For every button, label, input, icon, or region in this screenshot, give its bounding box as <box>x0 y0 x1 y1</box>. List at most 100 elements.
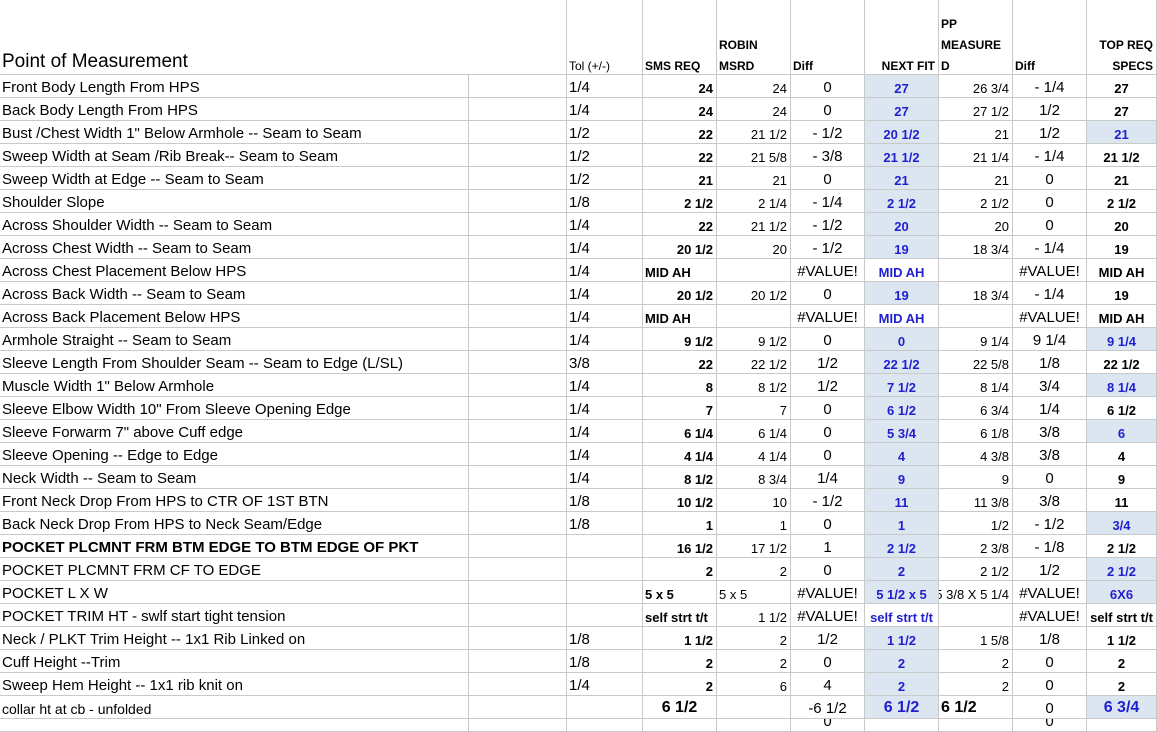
sms-req-cell[interactable]: 8 1/2 <box>643 466 717 489</box>
next-fit-cell[interactable]: MID AH <box>865 305 939 328</box>
tol-cell[interactable]: 1/4 <box>567 282 643 305</box>
spacer-cell[interactable] <box>469 190 567 213</box>
robin-msrd-cell[interactable]: 4 1/4 <box>717 443 791 466</box>
next-fit-cell[interactable]: 6 1/2 <box>865 397 939 420</box>
diff-cell[interactable]: 0 <box>791 98 865 121</box>
robin-msrd-cell[interactable]: 5 x 5 <box>717 581 791 604</box>
diff-2-cell[interactable]: 0 <box>1013 696 1087 719</box>
diff-cell[interactable]: -6 1/2 <box>791 696 865 719</box>
spacer-cell[interactable] <box>469 374 567 397</box>
top-req-cell[interactable]: MID AH <box>1087 259 1157 282</box>
tol-cell[interactable] <box>567 581 643 604</box>
pp-measured-cell[interactable]: 1/2 <box>939 512 1013 535</box>
pp-measured-cell[interactable]: 18 3/4 <box>939 282 1013 305</box>
diff-2-cell[interactable]: 0 <box>1013 673 1087 696</box>
robin-msrd-cell[interactable]: 2 <box>717 650 791 673</box>
next-fit-cell[interactable]: 21 1/2 <box>865 144 939 167</box>
spacer-cell[interactable] <box>469 604 567 627</box>
pom-label[interactable]: Sleeve Opening -- Edge to Edge <box>0 443 469 466</box>
pom-label[interactable]: Muscle Width 1" Below Armhole <box>0 374 469 397</box>
trailing-cell[interactable] <box>643 719 717 732</box>
tol-cell[interactable]: 1/4 <box>567 328 643 351</box>
top-req-cell[interactable]: 3/4 <box>1087 512 1157 535</box>
diff-2-cell[interactable]: #VALUE! <box>1013 305 1087 328</box>
spacer-cell[interactable] <box>469 489 567 512</box>
diff-cell[interactable]: 0 <box>791 443 865 466</box>
robin-msrd-cell[interactable]: 6 <box>717 673 791 696</box>
pp-measured-cell[interactable]: 20 <box>939 213 1013 236</box>
pp-measured-cell[interactable]: 22 5/8 <box>939 351 1013 374</box>
next-fit-cell[interactable]: 2 1/2 <box>865 190 939 213</box>
diff-2-cell[interactable]: 1/2 <box>1013 121 1087 144</box>
top-req-cell[interactable]: 2 <box>1087 673 1157 696</box>
header-point-of-measurement[interactable]: Point of Measurement <box>0 0 567 75</box>
robin-msrd-cell[interactable] <box>717 696 791 719</box>
diff-2-cell[interactable]: - 1/4 <box>1013 282 1087 305</box>
sms-req-cell[interactable]: 10 1/2 <box>643 489 717 512</box>
next-fit-cell[interactable]: 0 <box>865 328 939 351</box>
next-fit-cell[interactable]: 2 <box>865 673 939 696</box>
top-req-cell[interactable]: 6 <box>1087 420 1157 443</box>
diff-cell[interactable]: - 1/2 <box>791 121 865 144</box>
diff-cell[interactable]: 1/2 <box>791 627 865 650</box>
robin-msrd-cell[interactable] <box>717 305 791 328</box>
sms-req-cell[interactable]: 2 <box>643 558 717 581</box>
pom-label[interactable]: POCKET PLCMNT FRM CF TO EDGE <box>0 558 469 581</box>
top-req-cell[interactable]: 22 1/2 <box>1087 351 1157 374</box>
diff-2-cell[interactable]: 0 <box>1013 167 1087 190</box>
sms-req-cell[interactable]: 24 <box>643 75 717 98</box>
sms-req-cell[interactable]: 21 <box>643 167 717 190</box>
spacer-cell[interactable] <box>469 282 567 305</box>
tol-cell[interactable]: 1/4 <box>567 75 643 98</box>
trailing-cell[interactable] <box>865 719 939 732</box>
tol-cell[interactable]: 1/8 <box>567 650 643 673</box>
robin-msrd-cell[interactable]: 10 <box>717 489 791 512</box>
tol-cell[interactable]: 1/4 <box>567 98 643 121</box>
next-fit-cell[interactable]: 9 <box>865 466 939 489</box>
pom-label[interactable]: Sleeve Length From Shoulder Seam -- Seam… <box>0 351 469 374</box>
robin-msrd-cell[interactable]: 8 1/2 <box>717 374 791 397</box>
diff-cell[interactable]: 4 <box>791 673 865 696</box>
pp-measured-cell[interactable]: 2 1/2 <box>939 558 1013 581</box>
diff-cell[interactable]: 1/4 <box>791 466 865 489</box>
diff-2-cell[interactable]: #VALUE! <box>1013 581 1087 604</box>
next-fit-cell[interactable]: 5 1/2 x 5 <box>865 581 939 604</box>
diff-2-cell[interactable]: 3/8 <box>1013 489 1087 512</box>
pom-label[interactable]: Sweep Width at Edge -- Seam to Seam <box>0 167 469 190</box>
diff-2-cell[interactable]: 9 1/4 <box>1013 328 1087 351</box>
sms-req-cell[interactable]: 16 1/2 <box>643 535 717 558</box>
spacer-cell[interactable] <box>469 696 567 719</box>
header-tol[interactable]: Tol (+/-) <box>567 0 643 75</box>
diff-cell[interactable]: 0 <box>791 650 865 673</box>
robin-msrd-cell[interactable]: 24 <box>717 98 791 121</box>
pp-measured-cell[interactable]: 5 3/8 X 5 1/4 <box>939 581 1013 604</box>
spacer-cell[interactable] <box>469 673 567 696</box>
robin-msrd-cell[interactable]: 21 <box>717 167 791 190</box>
spacer-cell[interactable] <box>469 397 567 420</box>
spacer-cell[interactable] <box>469 167 567 190</box>
tol-cell[interactable]: 1/8 <box>567 489 643 512</box>
pp-measured-cell[interactable]: 6 1/2 <box>939 696 1013 719</box>
trailing-cell[interactable] <box>469 719 567 732</box>
pp-measured-cell[interactable]: 6 3/4 <box>939 397 1013 420</box>
next-fit-cell[interactable]: 11 <box>865 489 939 512</box>
spacer-cell[interactable] <box>469 75 567 98</box>
pp-measured-cell[interactable]: 4 3/8 <box>939 443 1013 466</box>
diff-2-cell[interactable]: 0 <box>1013 190 1087 213</box>
pom-label[interactable]: Across Shoulder Width -- Seam to Seam <box>0 213 469 236</box>
top-req-cell[interactable]: 11 <box>1087 489 1157 512</box>
pp-measured-cell[interactable] <box>939 259 1013 282</box>
tol-cell[interactable]: 1/4 <box>567 305 643 328</box>
diff-2-cell[interactable]: 1/8 <box>1013 627 1087 650</box>
sms-req-cell[interactable]: MID AH <box>643 259 717 282</box>
top-req-cell[interactable]: 20 <box>1087 213 1157 236</box>
tol-cell[interactable] <box>567 558 643 581</box>
sms-req-cell[interactable]: self strt t/t <box>643 604 717 627</box>
top-req-cell[interactable]: 27 <box>1087 75 1157 98</box>
tol-cell[interactable] <box>567 604 643 627</box>
top-req-cell[interactable]: 6 1/2 <box>1087 397 1157 420</box>
pom-label[interactable]: Neck Width -- Seam to Seam <box>0 466 469 489</box>
tol-cell[interactable]: 1/8 <box>567 512 643 535</box>
trailing-cell[interactable] <box>1087 719 1157 732</box>
pom-label[interactable]: Shoulder Slope <box>0 190 469 213</box>
